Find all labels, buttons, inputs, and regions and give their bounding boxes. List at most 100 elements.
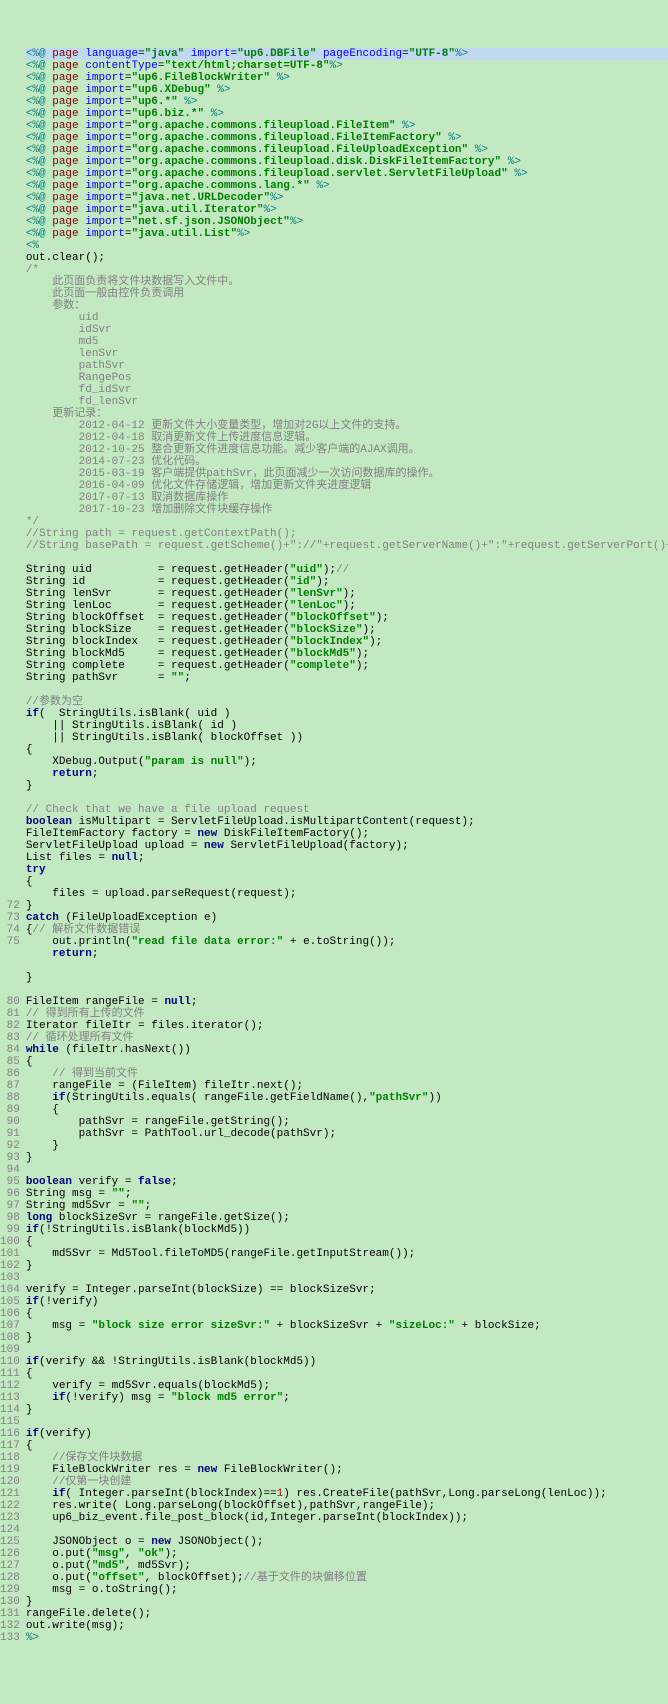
code-line: String msg = ""; (26, 1188, 668, 1200)
line-number (0, 528, 20, 540)
code-line: String lenLoc = request.getHeader("lenLo… (26, 600, 668, 612)
line-number (0, 192, 20, 204)
line-number: 110 (0, 1356, 20, 1368)
line-number: 125 (0, 1536, 20, 1548)
line-number (0, 456, 20, 468)
line-number (0, 804, 20, 816)
code-line: || StringUtils.isBlank( blockOffset )) (26, 732, 668, 744)
code-line: md5Svr = Md5Tool.fileToMD5(rangeFile.get… (26, 1248, 668, 1260)
line-number: 96 (0, 1188, 20, 1200)
line-number: 85 (0, 1056, 20, 1068)
code-line (26, 1272, 668, 1284)
code-line: /* (26, 264, 668, 276)
code-line: rangeFile.delete(); (26, 1608, 668, 1620)
line-number: 120 (0, 1476, 20, 1488)
code-line: up6_biz_event.file_post_block(id,Integer… (26, 1512, 668, 1524)
line-number (0, 252, 20, 264)
code-line (26, 960, 668, 972)
line-number: 133 (0, 1632, 20, 1644)
code-line: <%@ page import="org.apache.commons.file… (26, 168, 668, 180)
line-number (0, 756, 20, 768)
line-number: 114 (0, 1404, 20, 1416)
line-number (0, 984, 20, 996)
line-number (0, 576, 20, 588)
line-number: 104 (0, 1284, 20, 1296)
code-line: <%@ page import="up6.biz.*" %> (26, 108, 668, 120)
line-number: 103 (0, 1272, 20, 1284)
line-number (0, 708, 20, 720)
code-line: fd_lenSvr (26, 396, 668, 408)
line-number: 83 (0, 1032, 20, 1044)
line-number: 75 (0, 936, 20, 948)
line-number: 87 (0, 1080, 20, 1092)
line-number (0, 636, 20, 648)
line-number (0, 600, 20, 612)
code-line: <% (26, 240, 668, 252)
line-number (0, 468, 20, 480)
line-number (0, 504, 20, 516)
line-number (0, 420, 20, 432)
line-number: 126 (0, 1548, 20, 1560)
line-number (0, 180, 20, 192)
code-line: // Check that we have a file upload requ… (26, 804, 668, 816)
line-number (0, 96, 20, 108)
code-line: <%@ page import="java.util.List"%> (26, 228, 668, 240)
code-line: <%@ page import="org.apache.commons.file… (26, 144, 668, 156)
code-line: } (26, 972, 668, 984)
code-line: <%@ page contentType="text/html;charset=… (26, 60, 668, 72)
code-line: } (26, 1152, 668, 1164)
code-line (26, 984, 668, 996)
code-line: o.put("msg", "ok"); (26, 1548, 668, 1560)
line-number (0, 156, 20, 168)
line-number: 116 (0, 1428, 20, 1440)
line-number: 112 (0, 1380, 20, 1392)
code-line: 2015-03-19 客户端提供pathSvr，此页面减少一次访问数据库的操作。 (26, 468, 668, 480)
code-line: 更新记录： (26, 408, 668, 420)
code-line: <%@ page import="java.net.URLDecoder"%> (26, 192, 668, 204)
line-number (0, 540, 20, 552)
code-line: String id = request.getHeader("id"); (26, 576, 668, 588)
line-number: 100 (0, 1236, 20, 1248)
code-editor: 7273747580818283848586878889909192939495… (0, 48, 668, 1644)
line-number: 93 (0, 1152, 20, 1164)
code-line (26, 1524, 668, 1536)
code-line: uid (26, 312, 668, 324)
line-number: 102 (0, 1260, 20, 1272)
code-line: <%@ page language="java" import="up6.DBF… (26, 48, 668, 60)
line-number: 95 (0, 1176, 20, 1188)
line-number (0, 324, 20, 336)
code-line: out.write(msg); (26, 1620, 668, 1632)
code-line: msg = o.toString(); (26, 1584, 668, 1596)
line-number (0, 492, 20, 504)
code-line: String blockMd5 = request.getHeader("blo… (26, 648, 668, 660)
code-line: <%@ page import="org.apache.commons.lang… (26, 180, 668, 192)
code-line: } (26, 900, 668, 912)
code-line: // 循环处理所有文件 (26, 1032, 668, 1044)
line-number: 121 (0, 1488, 20, 1500)
code-line: String lenSvr = request.getHeader("lenSv… (26, 588, 668, 600)
line-number (0, 240, 20, 252)
line-number: 73 (0, 912, 20, 924)
line-number: 117 (0, 1440, 20, 1452)
line-number (0, 228, 20, 240)
code-line: verify = Integer.parseInt(blockSize) == … (26, 1284, 668, 1296)
line-number (0, 108, 20, 120)
line-number: 113 (0, 1392, 20, 1404)
line-number: 97 (0, 1200, 20, 1212)
code-line: <%@ page import="org.apache.commons.file… (26, 132, 668, 144)
line-number (0, 696, 20, 708)
line-number (0, 624, 20, 636)
code-line: String complete = request.getHeader("com… (26, 660, 668, 672)
line-number (0, 588, 20, 600)
code-line: lenSvr (26, 348, 668, 360)
code-line: if(!verify) msg = "block md5 error"; (26, 1392, 668, 1404)
code-area: <%@ page language="java" import="up6.DBF… (26, 48, 668, 1644)
line-number (0, 768, 20, 780)
code-line: 2017-07-13 取消数据库操作 (26, 492, 668, 504)
code-line: { (26, 1368, 668, 1380)
line-number: 130 (0, 1596, 20, 1608)
code-line (26, 792, 668, 804)
line-number: 118 (0, 1452, 20, 1464)
code-line: msg = "block size error sizeSvr:" + bloc… (26, 1320, 668, 1332)
line-number (0, 48, 20, 60)
